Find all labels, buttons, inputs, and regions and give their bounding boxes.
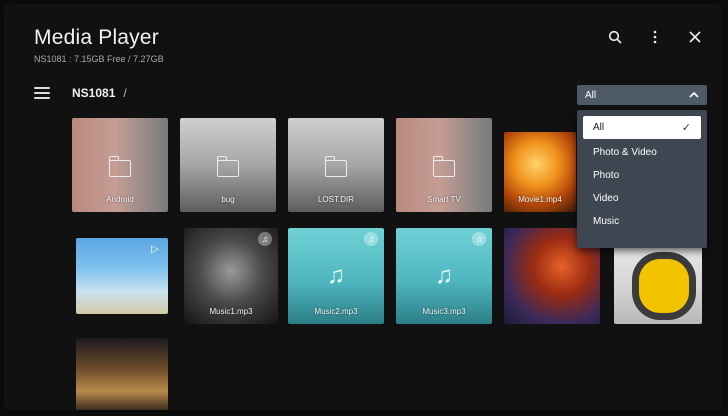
option-label: Video [593,193,619,204]
music-note-icon: ♫ [364,232,378,246]
app-title: Media Player [34,26,159,49]
filter-option-all[interactable]: All ✓ [583,116,701,139]
music-note-large-icon: ♫ [435,262,453,289]
music-tile[interactable]: ♫ ♫ Music2.mp3 [288,228,384,324]
folder-icon [108,156,131,177]
music-note-icon: ♫ [258,232,272,246]
tile-label: Music2.mp3 [314,307,358,316]
play-icon: ▷ [151,243,159,255]
filter-dropdown[interactable]: All [577,85,707,105]
option-label: Photo & Video [593,147,657,158]
breadcrumb-device[interactable]: NS1081 [72,86,115,100]
music-note-large-icon: ♫ [327,262,345,289]
tile-label: Music3.mp3 [422,307,466,316]
media-player-screen: Media Player NS1081 : 7.15GB Free / 7.27… [4,4,722,410]
filter-option-photo-video[interactable]: Photo & Video [577,141,707,164]
storage-info: NS1081 : 7.15GB Free / 7.27GB [34,54,164,64]
folder-icon [216,156,239,177]
breadcrumb[interactable]: NS1081 / [72,86,127,100]
folder-tile[interactable]: Smart TV [396,118,492,212]
photo-tile[interactable] [76,338,168,410]
option-label: Photo [593,170,620,181]
music-tile[interactable]: ♫ ♫ Music3.mp3 [396,228,492,324]
headphones-image [632,252,696,320]
music-tile[interactable]: ♫ Music1.mp3 [184,228,278,324]
folder-tile[interactable]: bug [180,118,276,212]
breadcrumb-bar: NS1081 / [34,86,127,100]
music-note-icon: ♫ [472,232,486,246]
tile-label: Android [106,195,134,204]
search-icon[interactable] [606,28,624,46]
tile-label: LOST.DIR [317,195,354,204]
folder-tile[interactable]: Android [72,118,168,212]
hamburger-icon[interactable] [34,87,50,99]
tile-label: Movie1.mp4 [518,195,562,204]
filter-option-music[interactable]: Music [577,210,707,233]
top-actions [606,28,704,46]
folder-icon [432,156,455,177]
filter-menu: All ✓ Photo & Video Photo Video Music [577,110,707,248]
photo-tile[interactable]: ▷ [76,238,168,314]
more-vertical-icon[interactable] [646,28,664,46]
close-icon[interactable] [686,28,704,46]
tile-label: bug [221,195,235,204]
chevron-up-icon [689,90,699,101]
video-tile[interactable]: Movie1.mp4 [504,132,576,212]
check-icon: ✓ [681,122,691,134]
option-label: All [593,122,605,133]
folder-tile[interactable]: LOST.DIR [288,118,384,212]
filter-option-photo[interactable]: Photo [577,164,707,187]
filter-selected-label: All [585,89,597,101]
filter-option-video[interactable]: Video [577,187,707,210]
tile-label: Smart TV [427,195,461,204]
breadcrumb-separator: / [123,86,127,100]
folder-icon [324,156,347,177]
option-label: Music [593,216,620,227]
tile-label: Music1.mp3 [209,307,253,316]
